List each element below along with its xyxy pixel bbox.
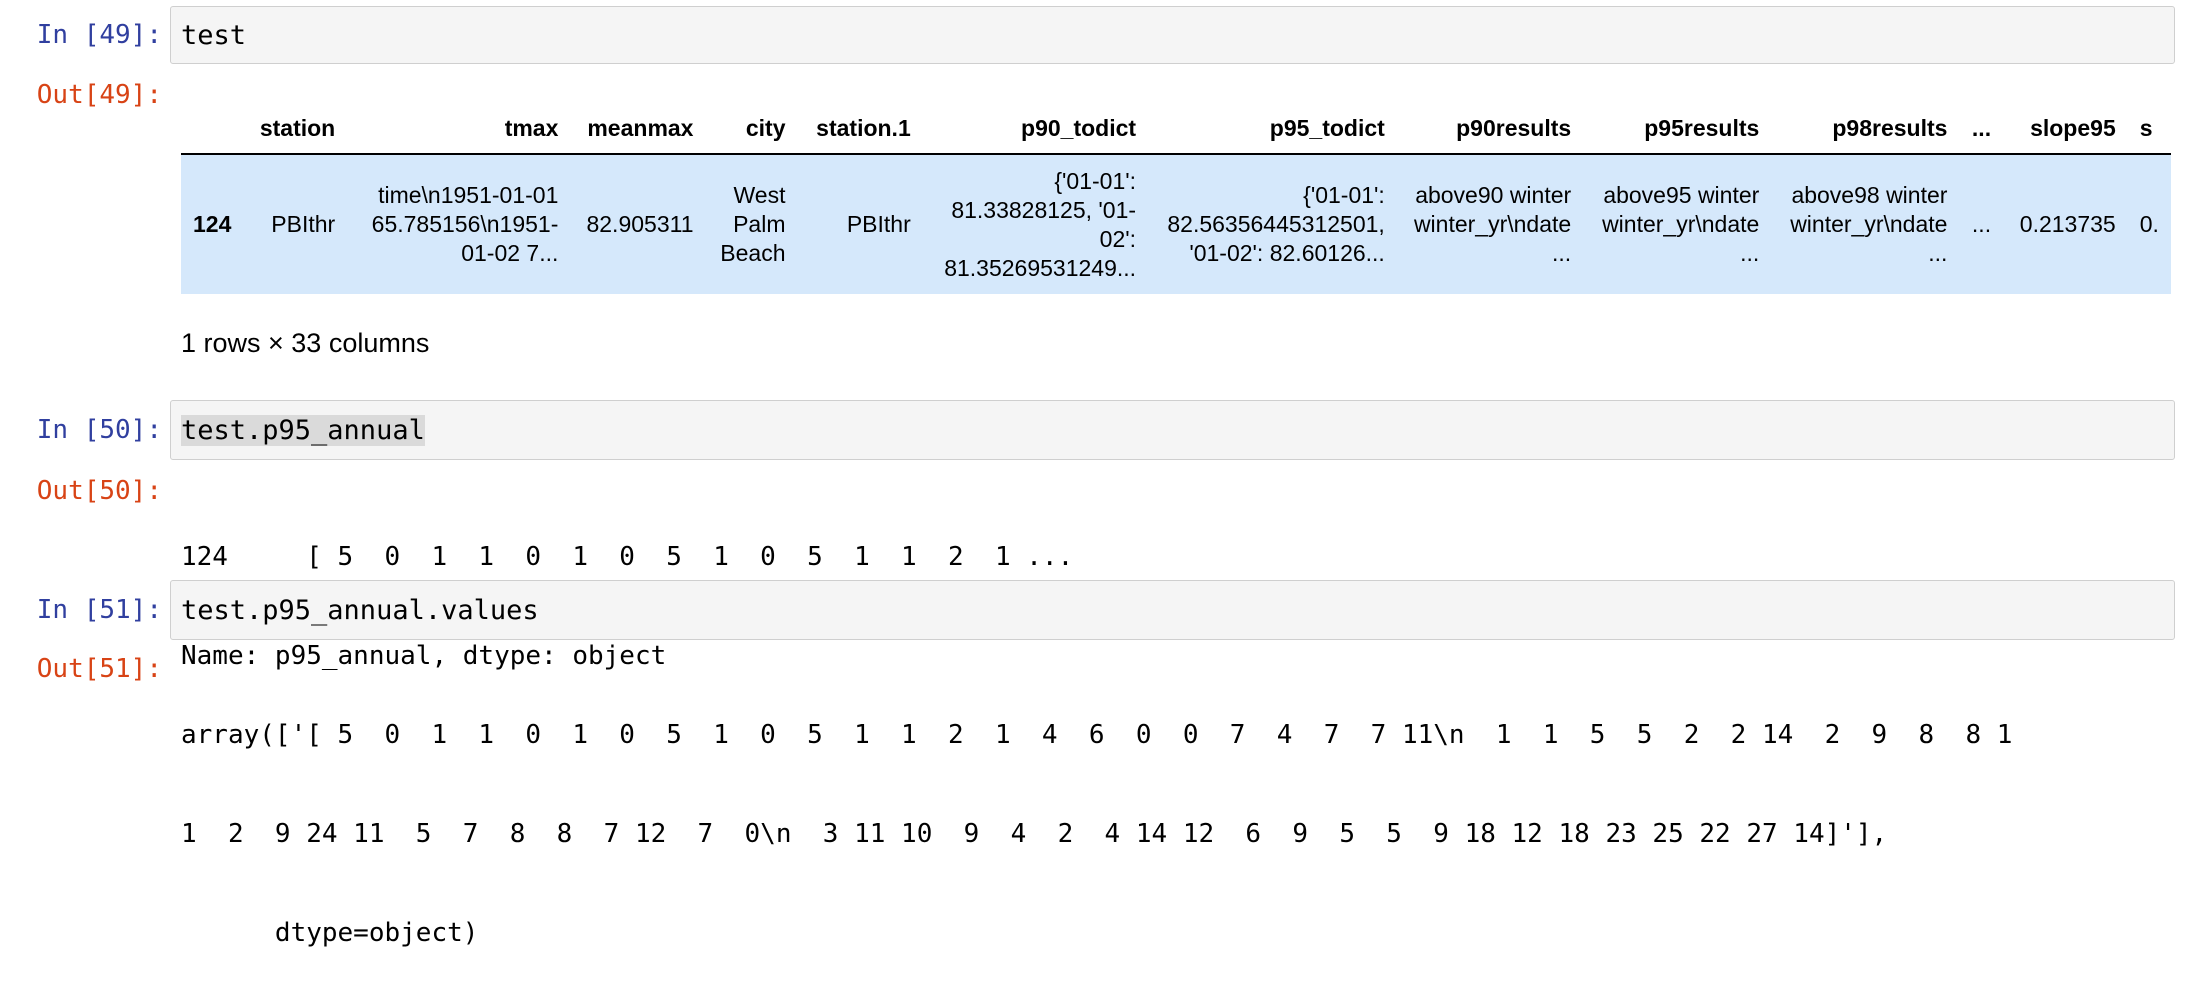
table-cell: West Palm Beach [705, 154, 797, 294]
cell-text: above90 winter winter_yr\ndate ... [1413, 182, 1572, 266]
column-header: p90_todict [1021, 115, 1137, 141]
output-text-51: array(['[ 5 0 1 1 0 1 0 5 1 0 5 1 1 2 1 … [181, 653, 2012, 983]
column-header: station [259, 115, 336, 141]
code-text-50: test.p95_annual [181, 414, 425, 446]
table-cell: {'01-01': 81.33828125, '01- 02': 81.3526… [923, 154, 1148, 294]
table-cell: 82.905311 [570, 154, 705, 294]
cell-text: 0.213735 [2019, 211, 2116, 237]
table-cell: time\n1951-01-01 65.785156\n1951- 01-02 … [347, 154, 570, 294]
code-input-50[interactable]: test.p95_annual [170, 400, 2175, 460]
cell-text: ... [1971, 211, 1992, 237]
column-header [181, 104, 248, 154]
out-prompt-49: Out[49]: [36, 80, 162, 110]
column-header: p95_todict [1269, 115, 1385, 141]
column-header: meanmax [587, 115, 694, 141]
cell-text: {'01-01': 81.33828125, '01- 02': 81.3526… [944, 167, 1137, 281]
table-cell: 0. [2128, 154, 2171, 294]
table-cell: above95 winter winter_yr\ndate ... [1583, 154, 1771, 294]
table-cell: 0.213735 [2003, 154, 2128, 294]
cell-text: above98 winter winter_yr\ndate ... [1790, 182, 1948, 266]
code-text-51: test.p95_annual.values [181, 594, 539, 626]
table-cell: PBIthr [248, 154, 347, 294]
row-index: 124 [193, 211, 232, 237]
dataframe-table: station tmax meanmax city station.1 p90_todic… [181, 104, 2171, 294]
column-header: slope95 [2030, 115, 2116, 141]
column-header: tmax [504, 115, 559, 141]
dataframe-header-row: station tmax meanmax city station.1 p90_todic… [181, 104, 2171, 154]
in-prompt-50: In [50]: [36, 415, 162, 445]
cell-text: 0. [2139, 211, 2159, 237]
cell-text: West Palm Beach [720, 182, 786, 266]
output-line: 1 2 9 24 11 5 7 8 8 7 12 7 0\n 3 11 10 9… [181, 819, 1888, 849]
column-header: city [745, 115, 786, 141]
table-cell: {'01-01': 82.56356445312501, '01-02': 82… [1148, 154, 1397, 294]
code-text-49: test [181, 19, 247, 51]
output-line: dtype=object) [181, 918, 479, 948]
dataframe-shape-text: 1 rows × 33 columns [181, 328, 430, 358]
output-line: 124 [ 5 0 1 1 0 1 0 5 1 0 5 1 1 2 1 ... [181, 542, 1074, 572]
column-header: p90results [1456, 115, 1572, 141]
cell-text: time\n1951-01-01 65.785156\n1951- 01-02 … [371, 182, 559, 266]
output-line: array(['[ 5 0 1 1 0 1 0 5 1 0 5 1 1 2 1 … [181, 720, 2013, 750]
in-prompt-51: In [51]: [36, 595, 162, 625]
cell-text: {'01-01': 82.56356445312501, '01-02': 82… [1167, 182, 1385, 266]
out-prompt-50: Out[50]: [36, 476, 162, 506]
cell-text: PBIthr [271, 211, 336, 237]
column-header: p95results [1644, 115, 1760, 141]
table-cell: above98 winter winter_yr\ndate ... [1771, 154, 1959, 294]
table-cell: above90 winter winter_yr\ndate ... [1397, 154, 1583, 294]
table-row[interactable]: 124 PBIthr time\n1951-01-01 65.785156\n195… [181, 154, 2171, 294]
column-header: p98results [1832, 115, 1948, 141]
in-prompt-49: In [49]: [36, 20, 162, 50]
code-input-49[interactable]: test [170, 6, 2175, 64]
table-cell: ... [1959, 154, 2003, 294]
code-input-51[interactable]: test.p95_annual.values [170, 580, 2175, 640]
dataframe-output: station tmax meanmax city station.1 p90_todic… [181, 104, 2171, 298]
column-header: station.1 [816, 115, 911, 141]
column-header: s [2139, 115, 2153, 141]
column-header: ... [1971, 115, 1992, 141]
out-prompt-51: Out[51]: [36, 654, 162, 684]
table-cell: PBIthr [798, 154, 923, 294]
cell-text: PBIthr [846, 211, 911, 237]
cell-text: 82.905311 [586, 211, 694, 237]
cell-text: above95 winter winter_yr\ndate ... [1602, 182, 1760, 266]
